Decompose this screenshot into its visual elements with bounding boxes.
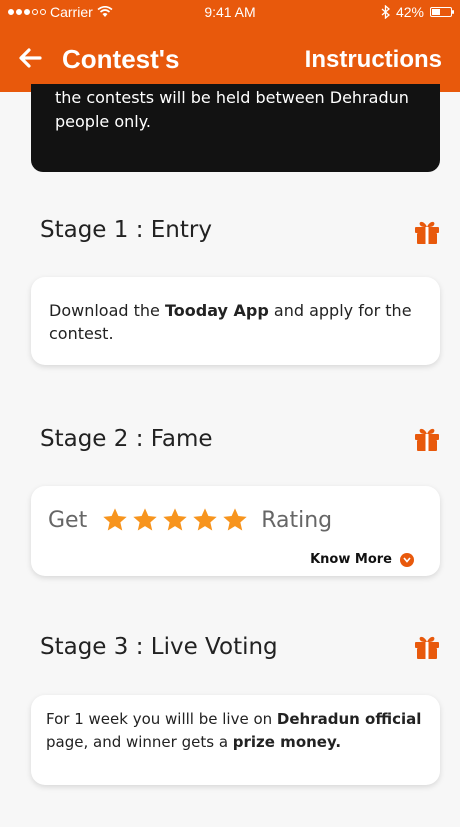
back-arrow-icon[interactable] <box>16 44 44 72</box>
star-icon <box>193 508 217 531</box>
instructions-button[interactable]: Instructions <box>305 46 442 74</box>
status-bar: Carrier 9:41 AM 42% <box>0 0 460 26</box>
rating-label: Rating <box>261 507 333 533</box>
battery-icon <box>430 7 454 17</box>
chevron-down-icon <box>400 552 414 567</box>
know-more-label: Know More <box>310 552 392 567</box>
info-text-line-2: people only. <box>55 112 151 131</box>
gift-icon[interactable] <box>412 217 442 247</box>
gift-icon[interactable] <box>412 424 442 454</box>
star-icon <box>163 508 187 531</box>
page-title: Contest's <box>62 44 180 74</box>
star-rating <box>101 506 249 534</box>
gift-icon[interactable] <box>412 632 442 662</box>
rating-row: Get Rating <box>48 506 332 534</box>
stage-1-card: Download the Tooday App and apply for th… <box>31 277 440 365</box>
stage-1-description: Download the Tooday App and apply for th… <box>49 301 412 343</box>
info-text-line-1: the contests will be held between Dehrad… <box>55 88 409 107</box>
get-label: Get <box>48 507 88 533</box>
stage-2-title: Stage 2 : Fame <box>40 426 213 452</box>
stage-1-title: Stage 1 : Entry <box>40 217 212 243</box>
battery-percent: 42% <box>395 4 424 20</box>
bluetooth-icon <box>381 5 390 19</box>
stage-3-card: For 1 week you willl be live on Dehradun… <box>31 695 440 785</box>
status-right: 42% <box>381 4 454 20</box>
stage-3-title: Stage 3 : Live Voting <box>40 634 278 660</box>
star-icon <box>223 508 247 531</box>
contest-info-card: the contests will be held between Dehrad… <box>31 84 440 172</box>
stage-3-description: For 1 week you willl be live on Dehradun… <box>46 710 422 751</box>
star-icon <box>133 508 157 531</box>
know-more-button[interactable]: Know More <box>310 552 414 567</box>
stage-2-card: Get Rating Know More <box>31 486 440 576</box>
star-icon <box>103 508 127 531</box>
app-bar: Contest's Instructions <box>0 26 460 92</box>
